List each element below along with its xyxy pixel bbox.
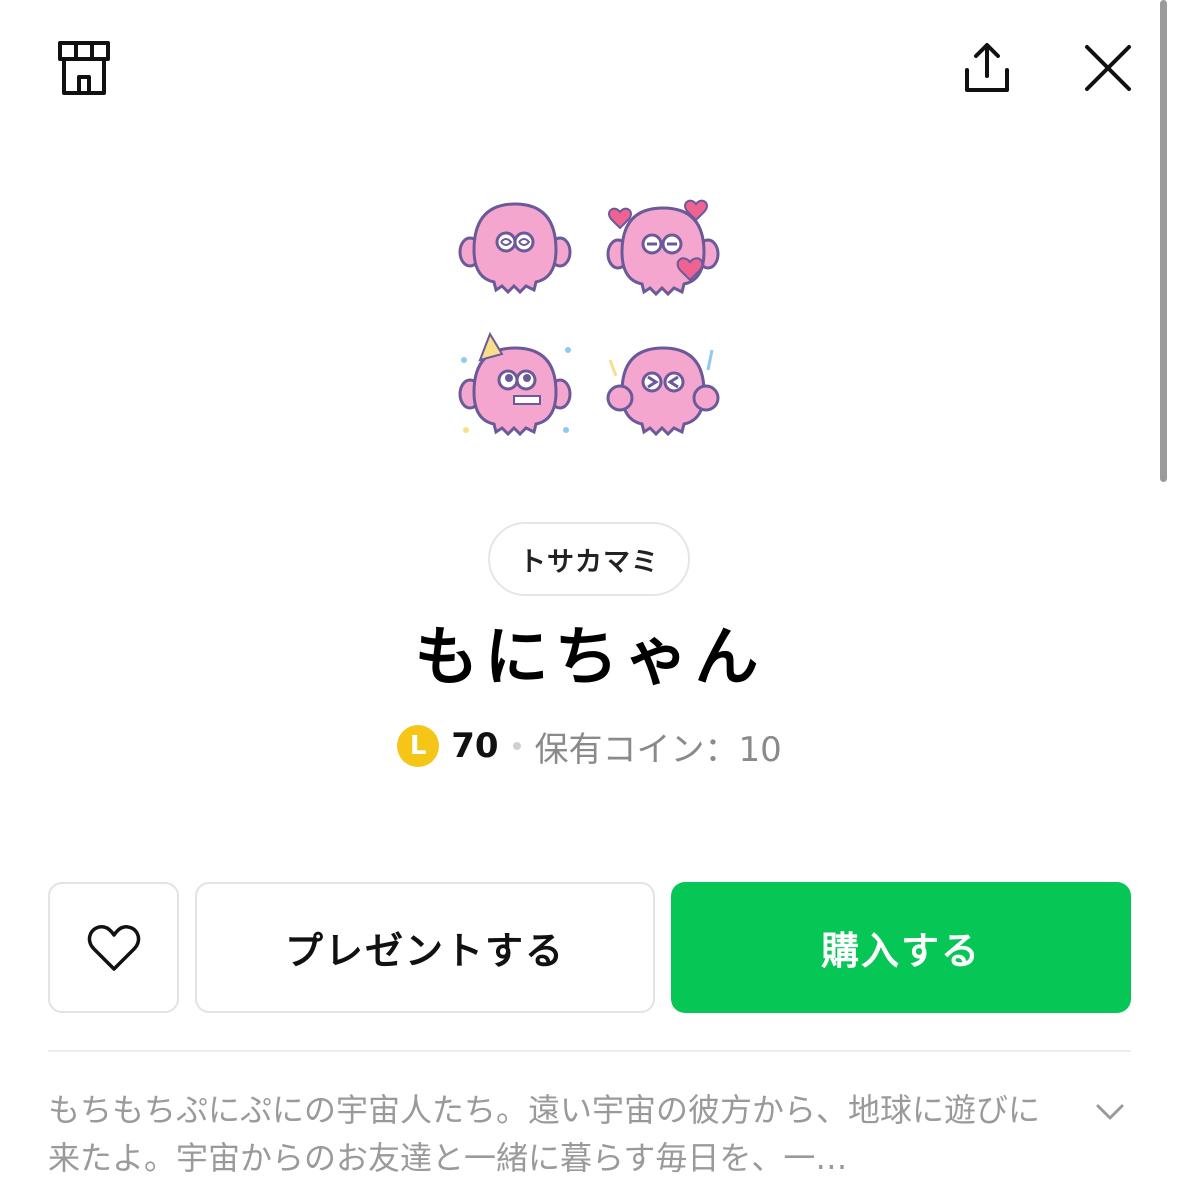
separator-dot [512, 742, 521, 750]
chevron-down-icon[interactable] [1090, 1092, 1130, 1132]
owned-coins: 保有コイン：10 [534, 729, 782, 770]
present-button-label: プレゼントする [284, 929, 565, 973]
sticker-party[interactable] [456, 330, 574, 440]
product-description: もちもちぷにぷにの宇宙人たち。遠い宇宙の彼方から、地球に遊びに来たよ。宇宙からの… [48, 1091, 1041, 1177]
sticker-excited[interactable] [604, 330, 722, 440]
buy-button[interactable]: 購入する [671, 882, 1131, 1013]
sticker-hearts[interactable] [604, 190, 722, 300]
close-icon[interactable] [1076, 36, 1140, 100]
sticker-confused[interactable] [456, 190, 574, 300]
author-name: トサカマミ [519, 546, 659, 578]
divider [48, 1050, 1131, 1052]
sticker-preview-grid [456, 190, 724, 446]
heart-icon [87, 924, 140, 971]
store-icon[interactable] [52, 36, 116, 100]
price-value: 70 [451, 726, 499, 766]
product-title: もにちゃん [414, 621, 765, 695]
buy-button-label: 購入する [820, 929, 981, 973]
share-icon[interactable] [955, 36, 1019, 100]
line-coin-icon: L [397, 725, 440, 767]
author-chip[interactable]: トサカマミ [488, 522, 690, 596]
favorite-button[interactable] [48, 882, 179, 1013]
price-row: L 70 保有コイン：10 [0, 718, 1179, 774]
scrollbar[interactable] [1160, 0, 1167, 482]
present-button[interactable]: プレゼントする [195, 882, 655, 1013]
